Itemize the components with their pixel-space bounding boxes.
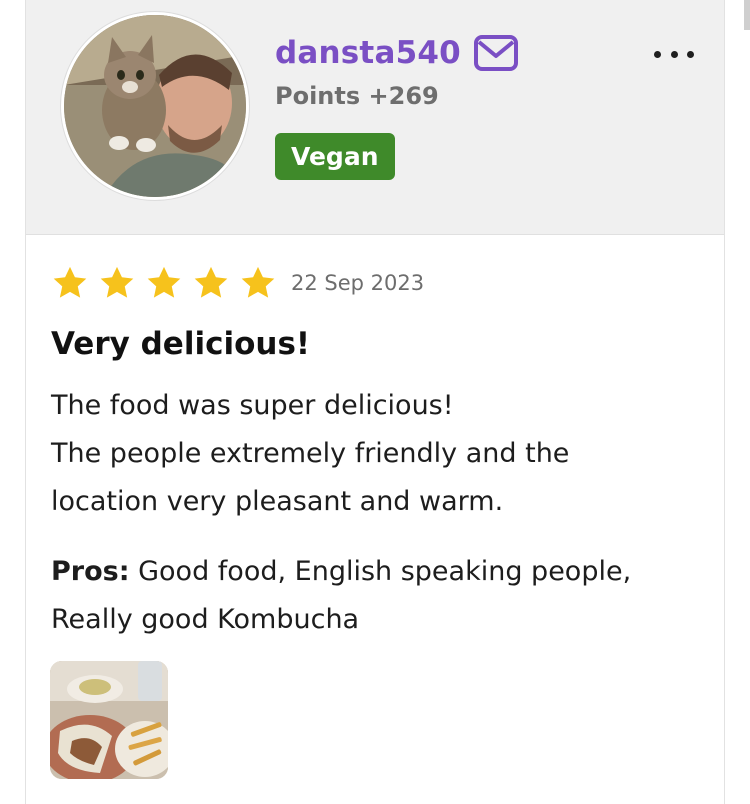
star-icon <box>53 266 87 298</box>
review-pros: Pros: Good food, English speaking people… <box>51 548 671 644</box>
pros-label: Pros: <box>51 556 130 587</box>
dot <box>687 50 694 58</box>
star-icon <box>100 266 134 298</box>
avatar-photo <box>64 15 246 197</box>
user-points: Points +269 <box>275 82 439 110</box>
reviewer-header: dansta540 Points +269 Vegan <box>26 0 724 235</box>
review-title: Very delicious! <box>51 326 311 362</box>
scrollbar[interactable] <box>744 0 750 30</box>
review-body-line: The food was super delicious! <box>51 390 454 421</box>
username-link[interactable]: dansta540 <box>275 35 461 71</box>
star-rating <box>51 264 286 302</box>
pros-text: Good food, English speaking people, Real… <box>51 556 632 635</box>
review-body: The food was super delicious! The people… <box>51 382 691 526</box>
username-row: dansta540 <box>275 34 519 72</box>
dot <box>654 50 661 58</box>
diet-badge: Vegan <box>275 133 395 180</box>
more-options-icon[interactable] <box>654 40 694 68</box>
food-photo <box>50 661 168 779</box>
review-body-line: location very pleasant and warm. <box>51 486 504 517</box>
avatar[interactable] <box>61 12 249 200</box>
dot <box>670 50 678 58</box>
star-icon <box>241 266 275 298</box>
star-icon <box>147 266 181 298</box>
mail-icon[interactable] <box>473 34 519 72</box>
review-card: dansta540 Points +269 Vegan 22 Sep 2023 … <box>25 0 725 804</box>
star-icon <box>194 266 228 298</box>
rating-row: 22 Sep 2023 <box>51 264 424 302</box>
review-body-line: The people extremely friendly and the <box>51 438 570 469</box>
review-photo-thumbnail[interactable] <box>50 661 168 779</box>
review-date: 22 Sep 2023 <box>291 271 425 295</box>
